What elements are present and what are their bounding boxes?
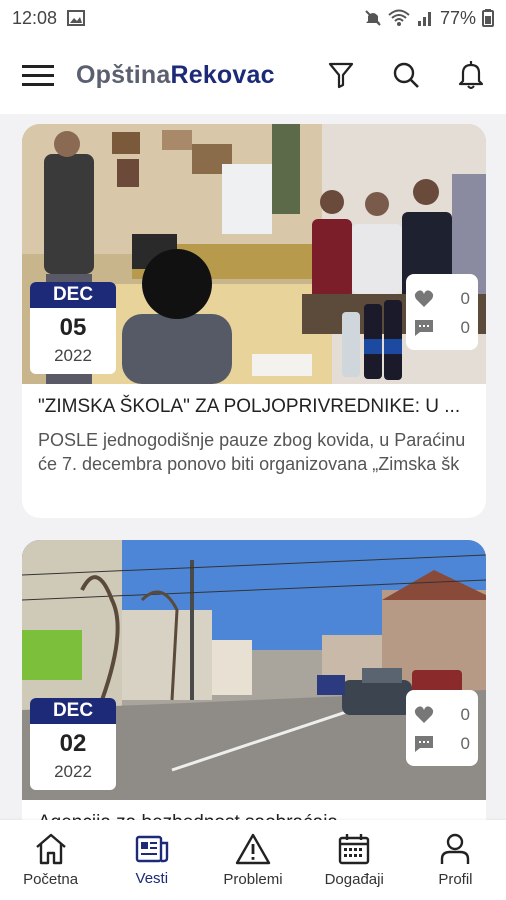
likes-count: 0	[460, 288, 470, 308]
news-photo: DEC 05 2022 0 0	[22, 124, 486, 384]
bell-icon[interactable]	[458, 60, 484, 90]
person-icon	[441, 833, 470, 864]
menu-icon[interactable]	[22, 63, 54, 87]
heart-icon[interactable]	[414, 289, 434, 308]
nav-label: Početna	[23, 870, 79, 888]
gallery-notification-icon	[67, 10, 86, 26]
app-bar: OpštinaRekovac	[0, 36, 506, 114]
nav-news[interactable]: Vesti	[101, 820, 202, 900]
news-title[interactable]: "ZIMSKA ŠKOLA" ZA POLJOPRIVREDNIKE: U ..…	[22, 384, 486, 418]
nav-label: Profil	[438, 870, 473, 888]
news-card[interactable]: DEC 05 2022 0 0 "ZIMSKA ŠKOLA" ZA POLJOP…	[22, 124, 486, 518]
date-badge: DEC 05 2022	[30, 282, 116, 374]
news-icon	[135, 835, 168, 862]
news-title[interactable]: Agencija za bezbednost saobraćaja	[22, 800, 486, 820]
battery-percent: 77%	[439, 7, 476, 28]
nav-events[interactable]: Događaji	[304, 820, 405, 900]
app-title: OpštinaRekovac	[76, 61, 275, 90]
news-excerpt: POSLE jednogodišnje pauze zbog kovida, u…	[38, 430, 466, 474]
warning-icon	[235, 833, 271, 864]
date-month: DEC	[30, 282, 116, 308]
comments-count: 0	[460, 317, 470, 337]
nav-profile[interactable]: Profil	[405, 820, 506, 900]
date-day: 02	[59, 730, 87, 757]
bottom-nav: Početna Vesti Problemi Događaji Profil	[0, 820, 506, 900]
nav-home[interactable]: Početna	[0, 820, 101, 900]
date-year: 2022	[54, 346, 92, 365]
stats-badge: 0 0	[406, 690, 478, 766]
date-badge: DEC 02 2022	[30, 698, 116, 790]
signal-icon	[417, 12, 431, 26]
news-card[interactable]: DEC 02 2022 0 0 Agencija za bezbednost s…	[22, 540, 486, 820]
comment-icon[interactable]	[414, 319, 434, 337]
heart-icon[interactable]	[414, 705, 434, 724]
date-year: 2022	[54, 762, 92, 781]
wifi-icon	[388, 9, 410, 26]
status-bar: 12:08 77%	[0, 0, 506, 36]
news-photo: DEC 02 2022 0 0	[22, 540, 486, 800]
brand-right: Rekovac	[170, 60, 275, 89]
date-day: 05	[59, 314, 87, 341]
date-month: DEC	[30, 698, 116, 724]
filter-icon[interactable]	[328, 61, 354, 89]
news-feed[interactable]: DEC 05 2022 0 0 "ZIMSKA ŠKOLA" ZA POLJOP…	[0, 114, 506, 820]
status-time: 12:08	[12, 7, 58, 28]
nav-problems[interactable]: Problemi	[202, 820, 303, 900]
mute-icon	[365, 10, 381, 26]
comment-icon[interactable]	[414, 735, 434, 753]
home-icon	[35, 833, 66, 864]
search-icon[interactable]	[392, 61, 420, 89]
likes-count: 0	[460, 704, 470, 724]
calendar-icon	[339, 833, 370, 864]
nav-label: Vesti	[135, 869, 169, 887]
nav-label: Problemi	[223, 870, 283, 888]
comments-count: 0	[460, 733, 470, 753]
battery-icon	[482, 9, 494, 27]
stats-badge: 0 0	[406, 274, 478, 350]
nav-label: Događaji	[324, 870, 384, 888]
brand-left: Opština	[76, 60, 171, 89]
